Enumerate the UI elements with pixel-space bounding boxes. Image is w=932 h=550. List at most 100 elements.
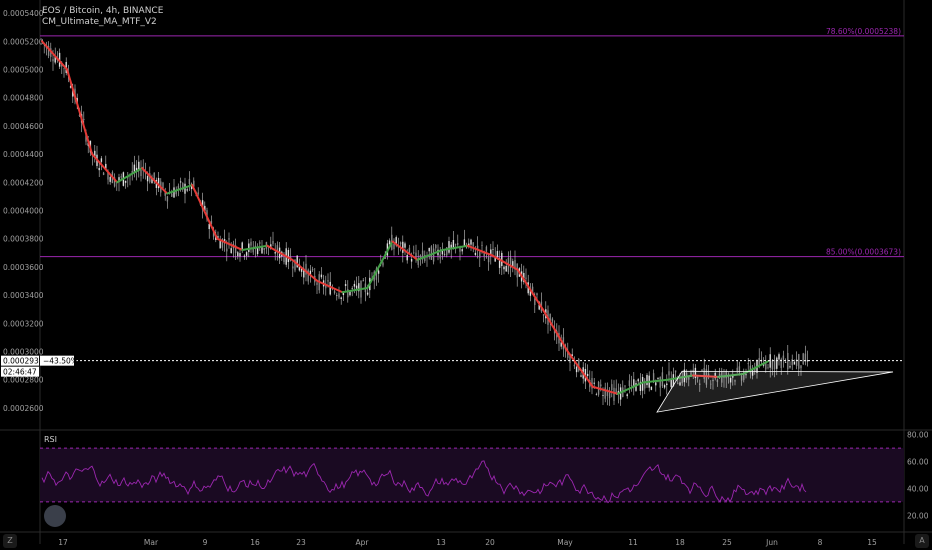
date-tick-label: Apr <box>356 538 370 547</box>
candle-body <box>432 248 435 262</box>
price-tick-label: 0.0002800 <box>3 376 44 385</box>
candle-body <box>393 243 395 250</box>
price-tick-label: 0.0004800 <box>3 94 44 103</box>
candle-body <box>525 277 527 279</box>
candle-body <box>98 167 100 171</box>
candle-body <box>657 378 659 380</box>
candle-body <box>659 376 661 388</box>
candle-body <box>179 181 182 183</box>
candle-body <box>408 247 411 253</box>
candle-body <box>595 394 598 395</box>
price-tick-label: 0.0003400 <box>3 291 44 300</box>
candle-body <box>615 388 617 393</box>
candle-body <box>428 247 430 252</box>
candle-body <box>773 359 776 370</box>
moving-average-segment <box>91 153 119 184</box>
candle-body <box>492 249 494 250</box>
chart-canvas[interactable]: 0.0005400 0.0005200 0.0005000 0.0004800 0.00… <box>0 0 932 550</box>
candle-body <box>461 249 463 252</box>
candle-body <box>402 241 404 253</box>
candle-body <box>239 253 241 257</box>
price-tick-label: 0.0005200 <box>3 37 44 46</box>
candle-body <box>655 382 657 386</box>
indicator-name[interactable]: CM_Ultimate_MA_MTF_V2 <box>42 17 163 28</box>
candle-body <box>536 293 538 296</box>
candle-body <box>430 246 433 260</box>
candle-body <box>747 363 749 365</box>
candle-body <box>767 367 769 368</box>
candle-body <box>463 239 466 247</box>
candle-body <box>674 370 677 373</box>
candle-body <box>377 270 380 274</box>
chart-title[interactable]: EOS / Bitcoin, 4h, BINANCE <box>42 6 163 17</box>
candle-body <box>102 172 105 175</box>
candle-body <box>274 252 276 254</box>
candle-body <box>448 241 450 253</box>
price-tick-label: 0.0005400 <box>3 9 44 18</box>
moving-average-segment <box>616 381 644 395</box>
candle-body <box>586 373 589 377</box>
candle-body <box>259 242 261 244</box>
candle-body <box>388 240 391 245</box>
candle-body <box>483 252 485 257</box>
candle-body <box>593 382 595 384</box>
candle-body <box>505 265 507 272</box>
candle-body <box>776 357 778 369</box>
candle-body <box>261 247 263 254</box>
date-tick-label: 23 <box>296 538 306 547</box>
candle-body <box>362 280 364 282</box>
candle-body <box>635 383 637 391</box>
candle-body <box>479 251 481 258</box>
candle-body <box>701 369 703 371</box>
candle-body <box>355 285 358 289</box>
date-tick-label: May <box>557 538 573 547</box>
candle-body <box>600 384 602 387</box>
candle-body <box>580 375 582 377</box>
candle-body <box>351 287 353 289</box>
candle-body <box>250 241 252 246</box>
candle-body <box>798 354 800 369</box>
fib-level-label: 78.60%(0.0005238) <box>826 27 901 36</box>
candle-body <box>637 379 639 382</box>
timezone-button[interactable]: Z <box>3 534 17 548</box>
date-tick-label: 18 <box>675 538 685 547</box>
date-tick-label: 8 <box>818 538 823 547</box>
candle-body <box>800 365 802 369</box>
candle-body <box>472 242 474 247</box>
price-tick-label: 0.0003600 <box>3 263 44 272</box>
candle-body <box>791 359 793 366</box>
rsi-tick-label: 20.00 <box>907 511 929 520</box>
candle-body <box>292 266 294 269</box>
candle-body <box>146 175 149 182</box>
candle-body <box>613 387 615 401</box>
moving-average-segment <box>216 237 244 251</box>
auto-scale-button[interactable]: A <box>915 534 929 548</box>
candle-body <box>287 250 290 262</box>
change-label: −43.50% <box>43 357 78 366</box>
chart-legend: EOS / Bitcoin, 4h, BINANCE CM_Ultimate_M… <box>42 6 163 28</box>
candle-body <box>795 359 798 366</box>
candle-body <box>608 391 611 399</box>
triangle-pattern <box>656 370 894 413</box>
candle-body <box>784 362 787 363</box>
candle-body <box>366 292 369 295</box>
candle-body <box>630 384 633 387</box>
tradingview-logo-icon[interactable] <box>44 505 66 527</box>
moving-average-segment <box>41 40 69 71</box>
candle-body <box>789 366 791 368</box>
candle-body <box>272 241 274 244</box>
candle-body <box>171 193 173 197</box>
current-price-label: 0.0002935 <box>3 357 44 366</box>
moving-average-segment <box>116 167 144 184</box>
moving-average-segment <box>341 287 369 294</box>
candle-body <box>186 189 188 191</box>
candle-body <box>100 158 103 162</box>
date-tick-label: 17 <box>58 538 68 547</box>
candle-body <box>778 354 780 360</box>
candle-body <box>120 176 122 178</box>
candle-body <box>353 283 356 287</box>
moving-average-segment <box>66 68 94 156</box>
date-tick-label: 11 <box>628 538 638 547</box>
moving-average-segment <box>191 184 219 240</box>
date-tick-label: 20 <box>485 538 495 547</box>
